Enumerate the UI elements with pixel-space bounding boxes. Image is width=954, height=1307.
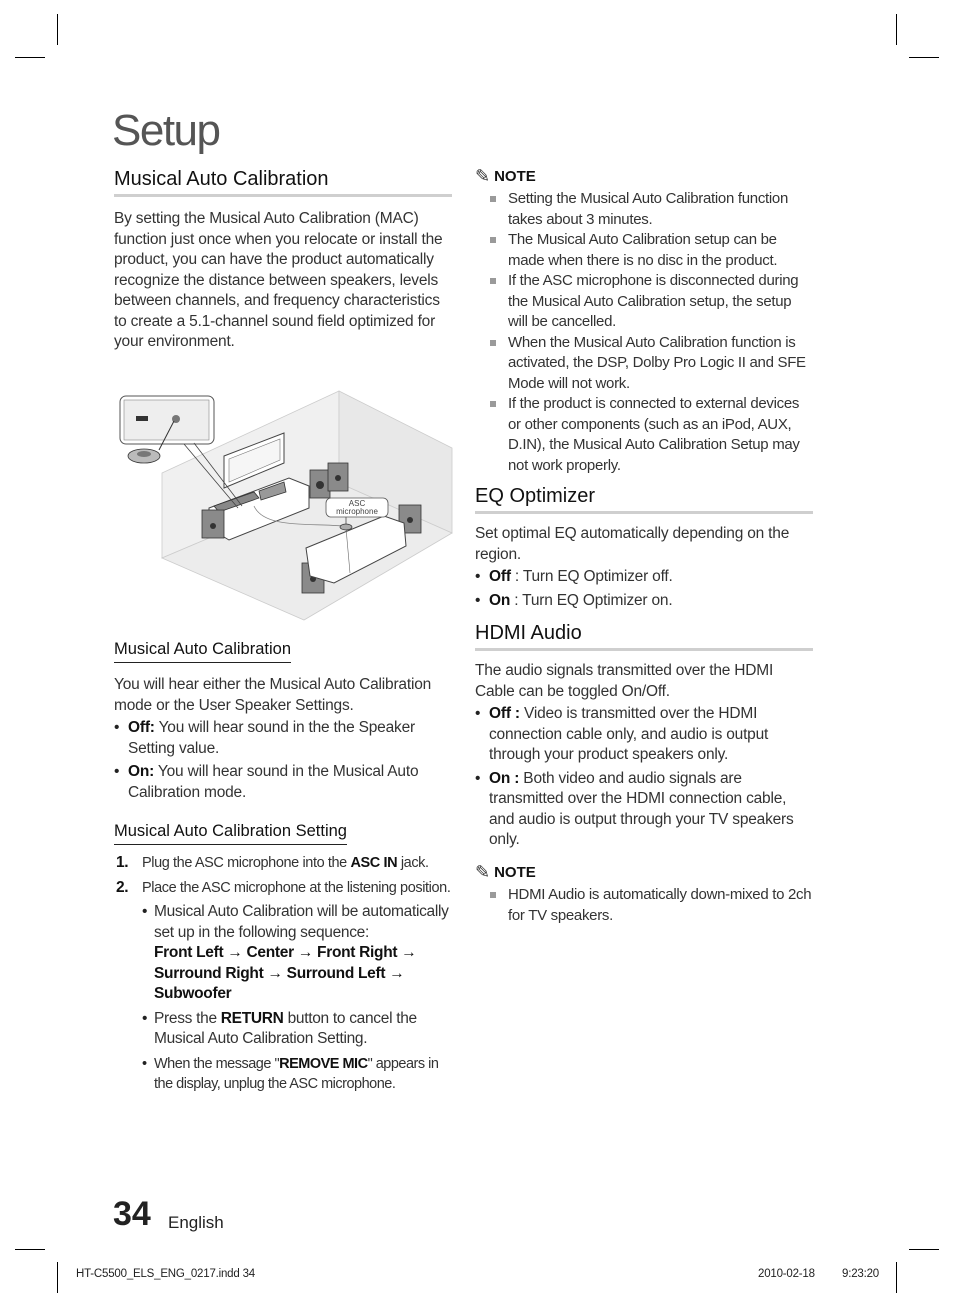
list-item: When the message "REMOVE MIC" appears in… (142, 1054, 452, 1095)
note-list: Setting the Musical Auto Calibration fun… (475, 189, 813, 476)
step-item: 1. Plug the ASC microphone into the ASC I… (116, 854, 429, 871)
slug-file: HT-C5500_ELS_ENG_0217.indd 34 (76, 1268, 255, 1280)
hdmi-intro: The audio signals transmitted over the H… (475, 662, 774, 700)
mic-label-line2: microphone (336, 507, 378, 516)
slug-time: 9:23:20 (842, 1268, 879, 1280)
crop-mark (57, 14, 58, 45)
note-item: The Musical Auto Calibration setup can b… (475, 230, 813, 271)
mac-mode-section: Musical Auto Calibration You will hear e… (114, 640, 452, 806)
mac-mode-heading: Musical Auto Calibration (114, 640, 292, 663)
list-item: Off : Turn EQ Optimizer off. (475, 567, 813, 588)
speaker-setup-diagram: ASC microphone (119, 390, 453, 621)
slug-date: 2010-02-18 (758, 1268, 815, 1280)
crop-mark (57, 1262, 58, 1293)
hdmi-heading: HDMI Audio (475, 622, 813, 651)
note-item: If the ASC microphone is disconnected du… (475, 271, 813, 333)
hdmi-list: Off : Video is transmitted over the HDMI… (475, 704, 813, 851)
crop-mark (909, 1249, 939, 1250)
note-section-2: ✎ NOTE HDMI Audio is automatically down-… (475, 862, 813, 926)
hdmi-section: HDMI Audio The audio signals transmitted… (475, 622, 813, 854)
usb-port (136, 416, 148, 421)
crop-mark (896, 1262, 897, 1293)
note-item: When the Musical Auto Calibration functi… (475, 333, 813, 395)
eq-section: EQ Optimizer Set optimal EQ automaticall… (475, 485, 813, 614)
list-item: Off: You will hear sound in the the Spea… (114, 718, 452, 759)
mac-mode-list: Off: You will hear sound in the the Spea… (114, 718, 452, 803)
calibration-sequence: Front Left → Center → Front Right → Surr… (154, 944, 417, 1002)
mac-heading: Musical Auto Calibration (114, 168, 452, 197)
note-item: Setting the Musical Auto Calibration fun… (475, 189, 813, 230)
step-item: 2. Place the ASC microphone at the listen… (114, 878, 452, 1095)
crop-mark (15, 1249, 45, 1250)
crop-mark (896, 14, 897, 45)
page-language: English (168, 1213, 224, 1232)
crop-mark (15, 57, 45, 58)
note-heading: ✎ NOTE (475, 862, 536, 882)
step2-bullets: Musical Auto Calibration will be automat… (142, 902, 452, 1095)
list-item: Press the RETURN button to cancel the Mu… (142, 1009, 452, 1050)
list-item: Off : Video is transmitted over the HDMI… (475, 704, 813, 766)
note-section-1: ✎ NOTE Setting the Musical Auto Calibrat… (475, 166, 813, 476)
mac-setting-section: Musical Auto Calibration Setting 1. Plug … (114, 822, 452, 1100)
list-item: On : Turn EQ Optimizer on. (475, 591, 813, 612)
note-list: HDMI Audio is automatically down-mixed t… (475, 885, 813, 926)
note-item: If the product is connected to external … (475, 394, 813, 476)
list-item: On : Both video and audio signals are tr… (475, 769, 813, 851)
eq-list: Off : Turn EQ Optimizer off. On : Turn E… (475, 567, 813, 611)
mac-setting-heading: Musical Auto Calibration Setting (114, 822, 347, 845)
pencil-icon: ✎ (475, 166, 491, 186)
mac-mode-intro: You will hear either the Musical Auto Ca… (114, 676, 432, 714)
eq-intro: Set optimal EQ automatically depending o… (475, 525, 790, 563)
list-item: On: You will hear sound in the Musical A… (114, 762, 452, 803)
page-number: 34 (113, 1195, 151, 1233)
note-heading: ✎ NOTE (475, 166, 536, 186)
pencil-icon: ✎ (475, 862, 491, 882)
steps-list: 1. Plug the ASC microphone into the ASC I… (114, 853, 452, 1095)
page-title: Setup (112, 106, 221, 155)
eq-heading: EQ Optimizer (475, 485, 813, 514)
asc-microphone (339, 523, 353, 531)
note-item: HDMI Audio is automatically down-mixed t… (475, 885, 813, 926)
mac-intro: By setting the Musical Auto Calibration … (114, 210, 443, 350)
list-item: Musical Auto Calibration will be automat… (142, 902, 452, 1005)
crop-mark (909, 57, 939, 58)
mac-section: Musical Auto Calibration By setting the … (114, 168, 452, 353)
